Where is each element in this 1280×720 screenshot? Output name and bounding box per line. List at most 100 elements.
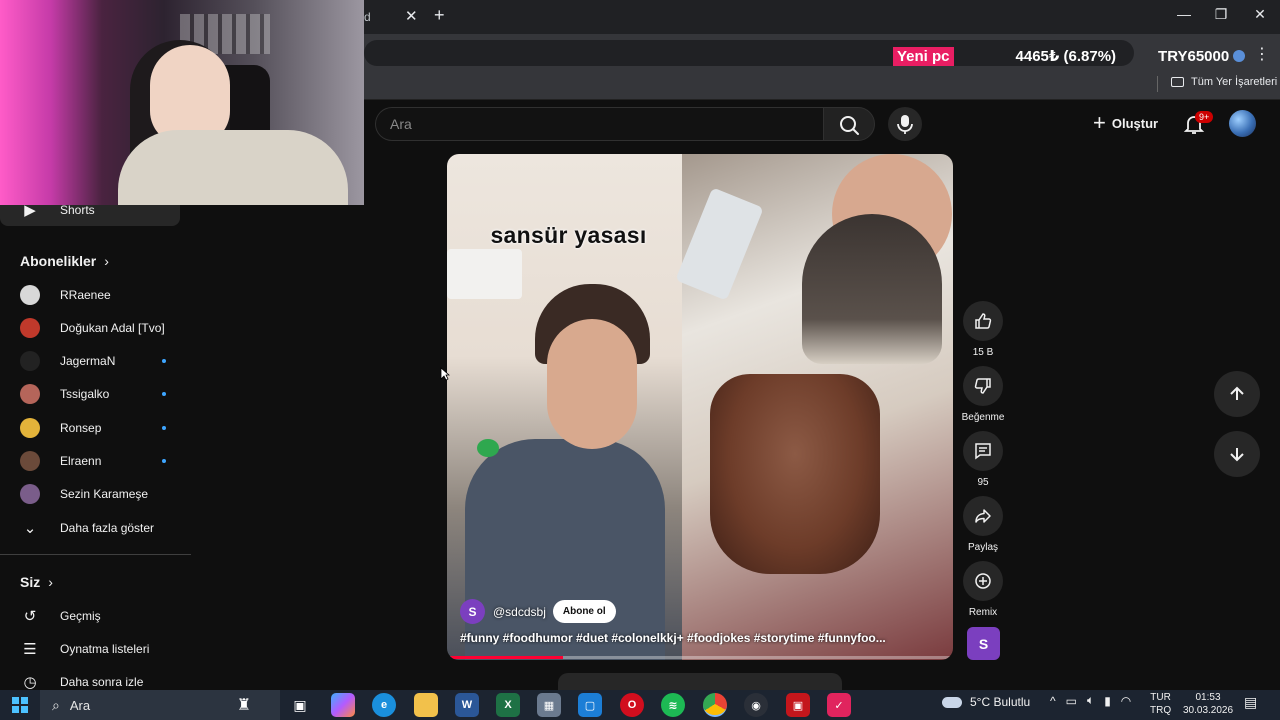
- price-ticker: Yeni pc 4465₺ (6.87%) TRY65000: [893, 44, 1246, 68]
- taskbar-clock[interactable]: 01:53 30.03.2026: [1183, 691, 1233, 717]
- like-button[interactable]: [963, 301, 1003, 341]
- subscription-label: Ronsep: [60, 420, 102, 435]
- channel-avatar: [20, 284, 40, 305]
- cloud-icon: [942, 696, 962, 708]
- previous-short-button[interactable]: [1214, 371, 1260, 417]
- clock-date: 30.03.2026: [1183, 705, 1234, 716]
- channel-avatar[interactable]: S: [460, 599, 485, 624]
- channel-handle[interactable]: @sdcdsbj: [493, 605, 546, 619]
- all-bookmarks-label: Tüm Yer İşaretleri: [1191, 76, 1278, 88]
- subscribe-button[interactable]: Abone ol: [552, 600, 616, 623]
- restore-button[interactable]: ❐: [1208, 6, 1234, 23]
- subscription-item[interactable]: Elraenn: [0, 445, 180, 478]
- search-icon: [840, 116, 859, 135]
- dislike-button[interactable]: [963, 366, 1003, 406]
- next-short-button[interactable]: [1214, 431, 1260, 477]
- create-label: Oluştur: [1111, 115, 1159, 131]
- word-icon[interactable]: W: [455, 693, 479, 717]
- brush: [802, 214, 942, 364]
- comment-icon: [975, 443, 991, 460]
- sidebar-item-playlists[interactable]: ☰ Oynatma listeleri: [0, 632, 180, 665]
- create-button[interactable]: + Oluştur: [1093, 110, 1159, 135]
- language-indicator[interactable]: TUR TRQ: [1150, 691, 1171, 717]
- copilot-icon[interactable]: [331, 693, 355, 717]
- subscription-item[interactable]: JagermaN: [0, 345, 180, 378]
- tab-close-icon[interactable]: ✕: [405, 7, 418, 25]
- sidebar-item-label: Oynatma listeleri: [60, 641, 150, 656]
- channel-avatar: [20, 417, 40, 438]
- notification-center-icon[interactable]: ▤: [1244, 694, 1257, 711]
- browser-menu-icon[interactable]: ⋮: [1254, 44, 1270, 64]
- weather-text: 5°C Bulutlu: [970, 695, 1031, 709]
- channel-avatar: [20, 351, 40, 372]
- chevron-right-icon: ›: [104, 253, 109, 269]
- volume-icon[interactable]: 🔈︎: [1087, 693, 1094, 708]
- remix-button[interactable]: [963, 561, 1003, 601]
- new-tab-button[interactable]: +: [434, 5, 445, 26]
- new-content-dot: [162, 459, 166, 463]
- spotify-icon[interactable]: ≋: [661, 693, 685, 717]
- obs-icon[interactable]: ◉: [744, 693, 768, 717]
- notification-badge: 9+: [1195, 111, 1214, 123]
- clock-time: 01:53: [1195, 692, 1221, 703]
- like-count: 15 B: [972, 347, 994, 358]
- subscription-label: RRaenee: [60, 287, 111, 302]
- task-view-icon[interactable]: ▣: [288, 693, 312, 717]
- channel-avatar-rail[interactable]: S: [967, 627, 1000, 660]
- edge-icon[interactable]: e: [372, 693, 396, 717]
- next-short-preview[interactable]: [558, 673, 842, 690]
- show-more-label: Daha fazla göster: [60, 520, 155, 535]
- start-button[interactable]: [12, 697, 28, 713]
- close-window-button[interactable]: ✕: [1247, 6, 1273, 23]
- microphone-icon[interactable]: ▮: [1104, 694, 1111, 708]
- excel-icon[interactable]: X: [496, 693, 520, 717]
- clock-icon: ◷: [23, 673, 37, 691]
- microphone-icon: [897, 115, 913, 134]
- calculator-icon[interactable]: ▦: [537, 693, 561, 717]
- file-explorer-icon[interactable]: [414, 693, 438, 717]
- system-tray: ^ ▭ 🔈︎ ▮ ◠: [1050, 693, 1131, 708]
- red-app-icon[interactable]: ▣: [786, 693, 810, 717]
- all-bookmarks-button[interactable]: Tüm Yer İşaretleri: [1171, 76, 1277, 88]
- remix-icon: [975, 573, 991, 589]
- opera-icon[interactable]: O: [620, 693, 644, 717]
- voice-search-button[interactable]: [888, 107, 922, 141]
- comments-button[interactable]: [963, 431, 1003, 471]
- subscription-item[interactable]: Tssigalko: [0, 378, 180, 411]
- subscription-item[interactable]: Sezin Karameşe: [0, 478, 180, 511]
- shorts-player[interactable]: sansür yasası S @sdcdsbj Abone ol #funny…: [447, 154, 953, 660]
- subscription-label: Tssigalko: [60, 387, 110, 402]
- webcam-overlay: [0, 0, 364, 205]
- wifi-icon[interactable]: ◠: [1121, 694, 1131, 708]
- lighthouse-icon[interactable]: ♜: [232, 693, 256, 717]
- new-content-dot: [162, 359, 166, 364]
- search-input[interactable]: Ara: [375, 107, 823, 141]
- sidebar-item-history[interactable]: ↺ Geçmiş: [0, 599, 180, 632]
- subscription-item[interactable]: RRaenee: [0, 278, 180, 311]
- account-avatar[interactable]: [1229, 110, 1256, 137]
- subscriptions-heading[interactable]: Abonelikler ›: [20, 253, 109, 269]
- channel-avatar: [20, 384, 40, 405]
- chrome-icon[interactable]: [703, 693, 727, 717]
- streamer-body: [118, 130, 348, 205]
- dislike-label: Beğenme: [961, 412, 1005, 423]
- chevron-up-icon[interactable]: ^: [1050, 694, 1056, 708]
- share-button[interactable]: [963, 496, 1003, 536]
- battery-icon[interactable]: ▭: [1066, 694, 1077, 708]
- pink-app-icon[interactable]: ✓: [827, 693, 851, 717]
- store-icon[interactable]: ▢: [578, 693, 602, 717]
- minimize-button[interactable]: —: [1171, 6, 1197, 22]
- subscription-item[interactable]: Doğukan Adal [Tvo]: [0, 311, 180, 344]
- show-more-button[interactable]: ⌄ Daha fazla göster: [0, 511, 180, 544]
- ticker-price: TRY65000: [1158, 47, 1230, 65]
- new-content-dot: [162, 425, 166, 430]
- search-button[interactable]: [823, 107, 875, 141]
- plus-icon: +: [1093, 110, 1106, 135]
- tab-title[interactable]: d: [364, 10, 371, 24]
- you-heading[interactable]: Siz ›: [20, 574, 53, 590]
- subscription-item[interactable]: Ronsep: [0, 411, 180, 444]
- video-hashtags[interactable]: #funny #foodhumor #duet #colonelkkj+ #fo…: [460, 631, 940, 645]
- share-label: Paylaş: [967, 542, 998, 553]
- weather-widget[interactable]: 5°C Bulutlu: [942, 695, 1030, 709]
- sidebar: ▶ Shorts Abonelikler › RRaenee Doğukan Ada…: [0, 193, 191, 691]
